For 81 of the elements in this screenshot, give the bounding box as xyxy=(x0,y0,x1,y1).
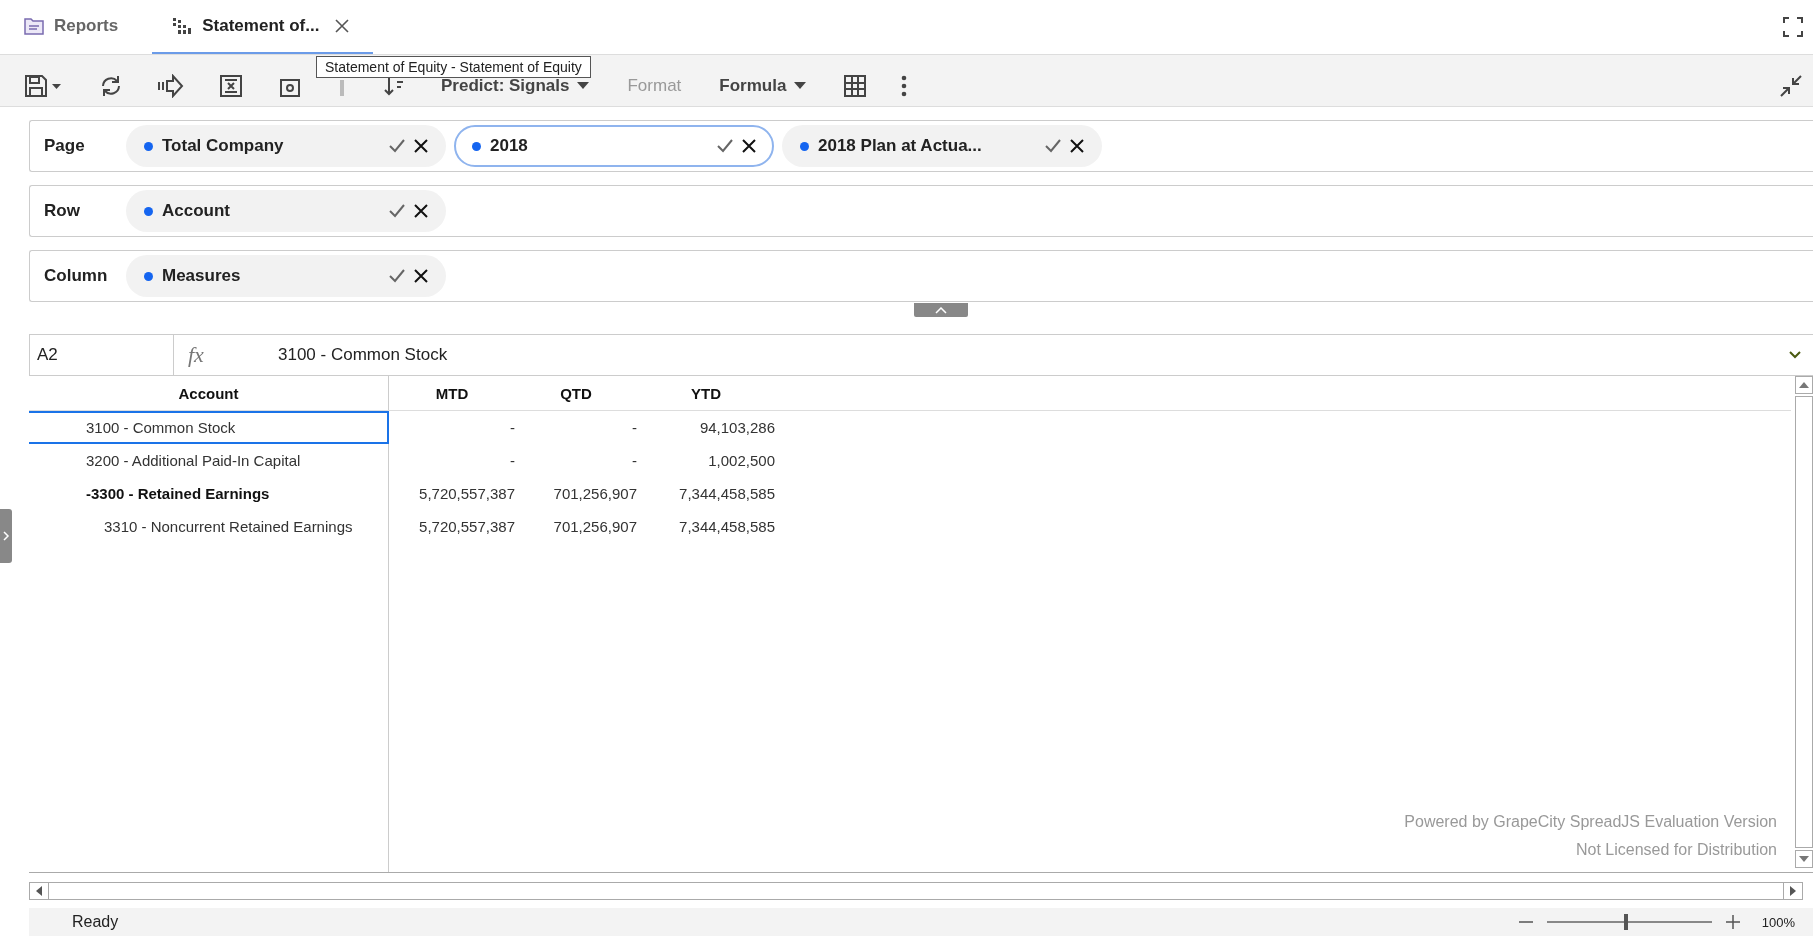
close-icon[interactable] xyxy=(414,139,428,153)
function-label: fx xyxy=(187,342,205,368)
table-cell-text: - xyxy=(509,418,516,438)
arrow-right-icon[interactable] xyxy=(158,73,184,98)
filter-chip[interactable]: Measures xyxy=(126,255,446,297)
collapse-icon[interactable] xyxy=(1779,73,1803,98)
chip-label: Measures xyxy=(162,266,242,286)
column-header: MTD xyxy=(434,383,470,404)
chip-label: Total Company xyxy=(162,136,285,156)
up-arrow-icon[interactable] xyxy=(1799,382,1809,388)
chevron-right-icon xyxy=(2,530,10,542)
status-text: Ready xyxy=(72,913,119,931)
table-cell-text: 7,344,458,585 xyxy=(678,517,776,537)
tooltip: Statement of Equity - Statement of Equity xyxy=(316,56,591,78)
dot-icon xyxy=(144,271,153,281)
bar-grid-icon xyxy=(172,17,193,35)
filter-chip[interactable]: 2018 xyxy=(454,125,774,167)
grid-icon[interactable] xyxy=(844,74,867,97)
left-arrow-icon[interactable] xyxy=(36,886,42,896)
close-icon[interactable] xyxy=(414,269,428,283)
filter-chip[interactable]: Account xyxy=(126,190,446,232)
table-cell: 3310 - Noncurrent Retained Earnings xyxy=(29,510,389,543)
column-header: QTD xyxy=(559,383,593,404)
chip-label: Account xyxy=(162,201,231,221)
table-cell: 3200 - Additional Paid-In Capital xyxy=(29,444,389,477)
filter-label: Row xyxy=(43,201,81,221)
table-cell-text: 5,720,557,387 xyxy=(418,484,516,504)
table-cell-text: - xyxy=(631,418,638,438)
check-icon[interactable] xyxy=(389,139,405,153)
table-cell: 3100 - Common Stock xyxy=(29,411,389,444)
slider-thumb[interactable] xyxy=(1623,914,1628,930)
refresh-icon[interactable] xyxy=(99,73,123,98)
table-cell-text: 701,256,907 xyxy=(552,517,638,537)
side-toggle[interactable] xyxy=(0,509,12,563)
dot-icon xyxy=(472,141,481,151)
evaluation-notice: Not Licensed for Distribution xyxy=(1575,840,1777,860)
check-icon[interactable] xyxy=(1045,139,1061,153)
chip-label: 2018 Plan at Actua... xyxy=(818,136,983,156)
close-icon[interactable] xyxy=(1070,139,1084,153)
folder-icon xyxy=(24,17,44,35)
check-icon[interactable] xyxy=(717,139,733,153)
table-cell-text: 7,344,458,585 xyxy=(678,484,776,504)
menu-button[interactable]: Predict: Signals xyxy=(441,75,590,96)
zoom-reading: 100% xyxy=(1761,914,1795,930)
filter-label: Page xyxy=(43,136,86,156)
menu-button[interactable]: Formula xyxy=(719,75,807,96)
down-arrow-icon[interactable] xyxy=(1799,856,1809,862)
filter-chip[interactable]: 2018 Plan at Actua... xyxy=(782,125,1102,167)
collapse-handle[interactable] xyxy=(914,303,968,317)
close-icon[interactable] xyxy=(742,139,756,153)
right-arrow-icon[interactable] xyxy=(1790,886,1796,896)
clear-sheet-icon[interactable] xyxy=(219,73,243,98)
save-icon[interactable] xyxy=(24,73,64,98)
close-icon[interactable] xyxy=(414,204,428,218)
close-icon[interactable] xyxy=(335,19,350,33)
check-icon[interactable] xyxy=(389,204,405,218)
chip-label: 2018 xyxy=(490,136,529,156)
dot-icon xyxy=(800,141,809,151)
column-header: YTD xyxy=(690,383,722,404)
table-cell: -3300 - Retained Earnings xyxy=(29,477,389,510)
filter-label: Column xyxy=(43,266,109,286)
table-cell-text: 5,720,557,387 xyxy=(418,517,516,537)
table-cell-text: 701,256,907 xyxy=(552,484,638,504)
horizontal-scrollbar[interactable] xyxy=(29,882,1803,900)
evaluation-notice: Powered by GrapeCity SpreadJS Evaluation Version xyxy=(1404,812,1777,832)
column-header: Account xyxy=(29,376,389,410)
dot-icon xyxy=(144,141,153,151)
check-icon[interactable] xyxy=(389,269,405,283)
table-cell-text: 1,002,500 xyxy=(707,451,776,471)
filter-chip[interactable]: Total Company xyxy=(126,125,446,167)
zoom-in-icon[interactable] xyxy=(1725,915,1740,929)
table-cell-text: 94,103,286 xyxy=(698,418,776,438)
formula-field[interactable]: 3100 - Common Stock xyxy=(278,345,1789,365)
table-cell-text: - xyxy=(631,451,638,471)
table-cell-text: - xyxy=(509,451,516,471)
dot-icon xyxy=(144,206,153,216)
cell-reference-field[interactable]: A2 xyxy=(30,335,174,375)
tab[interactable]: Reports xyxy=(22,0,143,54)
expand-icon[interactable] xyxy=(1789,351,1801,359)
more-icon[interactable] xyxy=(901,74,908,97)
fullscreen-icon[interactable] xyxy=(1783,17,1803,37)
